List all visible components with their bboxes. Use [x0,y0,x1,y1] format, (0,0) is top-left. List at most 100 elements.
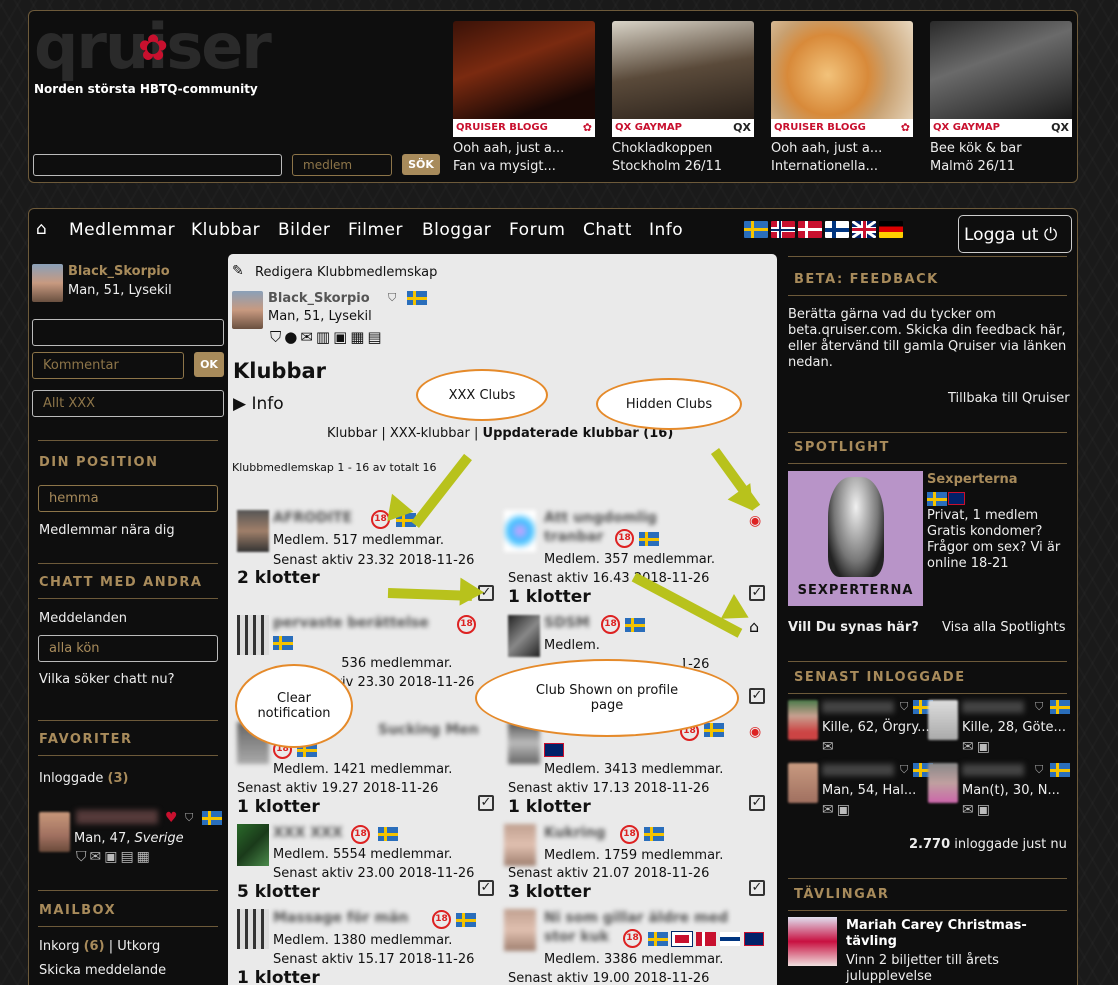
tab-xxx-klubbar[interactable]: XXX-klubbar [390,426,470,441]
club-klotter[interactable]: 5 klotter [237,882,320,902]
club-name-blurred[interactable]: SDSM [544,615,600,631]
flag-denmark-icon[interactable] [798,221,822,238]
club-name-blurred[interactable]: Kukring [544,825,616,841]
club-image[interactable] [237,824,269,866]
flag-norway-icon[interactable] [771,221,795,238]
nav-forum[interactable]: Forum [509,220,565,240]
info-toggle[interactable]: ▶ Info [233,394,284,414]
club-name-blurred[interactable]: XXX XXX [273,825,347,841]
recent-name-blurred[interactable] [822,764,894,776]
club-image[interactable] [237,909,269,949]
comment-input[interactable]: Kommentar [32,352,184,379]
news-item[interactable]: QX GAYMAP QX Chokladkoppen Stockholm 26/1… [612,21,754,174]
nav-bloggar[interactable]: Bloggar [422,220,491,240]
favorite-action-icons[interactable]: ⛉✉▣▤▦ [76,849,153,865]
club-image[interactable] [237,510,269,552]
site-logo[interactable]: qruiser ✿ [34,16,272,78]
club-name-blurred[interactable]: pervaste berättelse [273,615,455,631]
club-name-blurred[interactable]: stor kuk [544,929,618,945]
gender-select[interactable]: alla kön [38,635,218,662]
user-avatar[interactable] [32,264,63,302]
ok-button[interactable]: OK [194,352,224,377]
back-to-qruiser-link[interactable]: Tillbaka till Qruiser [948,391,1070,407]
online-favorites-link[interactable]: Inloggade (3) [39,771,128,786]
search-button[interactable]: SÖK [402,154,440,175]
club-image[interactable] [237,615,269,655]
status-input[interactable] [32,319,224,346]
club-klotter[interactable]: 3 klotter [508,882,591,902]
favorite-avatar[interactable] [39,812,70,852]
club-klotter[interactable]: 1 klotter [237,797,320,817]
all-spotlights-link[interactable]: Visa alla Spotlights [942,620,1066,636]
recent-avatar[interactable] [788,700,818,740]
recent-avatar[interactable] [788,763,818,803]
recent-action-icons[interactable]: ✉▣ [962,739,993,755]
user-name[interactable]: Black_Skorpio [268,291,370,306]
club-klotter[interactable]: 1 klotter [237,968,320,985]
club-image[interactable] [504,824,536,866]
recent-name-blurred[interactable] [962,764,1024,776]
logout-button[interactable]: Logga ut ⏻ [958,215,1072,253]
home-icon[interactable]: ⌂ [749,617,759,636]
recent-name-blurred[interactable] [962,701,1024,713]
club-image[interactable] [508,615,540,657]
contest-title[interactable]: Mariah Carey Christmas-tävling [846,918,1071,950]
clear-notification-checkbox[interactable]: ✓ [478,795,494,811]
club-name-blurred[interactable]: Massage för män [273,910,427,926]
inbox-link[interactable]: Inkorg (6) [39,939,105,954]
recent-avatar[interactable] [928,763,958,803]
who-chat-link[interactable]: Vilka söker chatt nu? [39,672,175,687]
flag-uk-icon[interactable] [852,221,876,238]
news-item[interactable]: QRUISER BLOGG ✿ Ooh aah, just a... Intern… [771,21,913,174]
flag-sweden-icon[interactable] [744,221,768,238]
nav-bilder[interactable]: Bilder [278,220,330,240]
profile-action-icons[interactable]: ⛉●✉▥▣▦▤ [270,328,385,346]
nav-klubbar[interactable]: Klubbar [191,220,260,240]
search-input[interactable] [33,154,282,176]
flag-finland-icon[interactable] [825,221,849,238]
recent-action-icons[interactable]: ✉▣ [822,802,853,818]
nav-filmer[interactable]: Filmer [348,220,403,240]
club-name-blurred[interactable]: AFRODITE [273,510,363,526]
heart-icon[interactable]: ♥ [165,810,178,826]
near-members-link[interactable]: Medlemmar nära dig [39,523,175,538]
spotlight-name[interactable]: Sexperterna [927,472,1018,487]
outbox-link[interactable]: Utkorg [117,939,160,954]
position-input[interactable]: hemma [38,485,218,512]
online-now[interactable]: 2.770 inloggade just nu [909,837,1067,853]
news-item[interactable]: QX GAYMAP QX Bee kök & bar Malmö 26/11 [930,21,1072,174]
hidden-eye-icon[interactable]: ◉ [749,724,761,740]
send-message-link[interactable]: Skicka meddelande [39,963,166,978]
user-avatar[interactable] [232,291,263,329]
user-name[interactable]: Black_Skorpio [68,264,170,279]
home-icon[interactable]: ⌂ [36,219,47,239]
tab-klubbar[interactable]: Klubbar [327,426,377,441]
club-image[interactable] [504,510,536,552]
club-name-blurred[interactable]: tranbar [544,529,614,545]
news-item[interactable]: QRUISER BLOGG ✿ Ooh aah, just a... Fan va… [453,21,595,174]
clear-notification-checkbox[interactable]: ✓ [749,880,765,896]
filter-select[interactable]: Allt XXX [32,390,224,417]
clear-notification-checkbox[interactable]: ✓ [749,585,765,601]
edit-membership-link[interactable]: Redigera Klubbmedlemskap [255,265,437,280]
nav-info[interactable]: Info [649,220,683,240]
favorite-name-blurred[interactable] [76,810,158,824]
clear-notification-checkbox[interactable]: ✓ [749,688,765,704]
flag-germany-icon[interactable] [879,221,903,238]
spotlight-image[interactable]: SEXPERTERNA [788,471,923,606]
recent-name-blurred[interactable] [822,701,894,713]
club-name-blurred[interactable]: Sucking Men [378,722,484,738]
nav-medlemmar[interactable]: Medlemmar [69,220,175,240]
hidden-eye-icon[interactable]: ◉ [749,513,761,529]
club-klotter[interactable]: 1 klotter [508,587,591,607]
recent-action-icons[interactable]: ✉▣ [962,802,993,818]
clear-notification-checkbox[interactable]: ✓ [749,795,765,811]
club-klotter[interactable]: 2 klotter [237,568,320,588]
club-klotter[interactable]: 1 klotter [508,797,591,817]
messages-link[interactable]: Meddelanden [39,611,127,626]
message-icon[interactable]: ✉ [822,739,834,755]
search-type-select[interactable]: medlem [292,154,392,176]
clear-notification-checkbox[interactable]: ✓ [478,880,494,896]
club-image[interactable] [504,909,536,951]
contest-image[interactable] [788,917,837,966]
